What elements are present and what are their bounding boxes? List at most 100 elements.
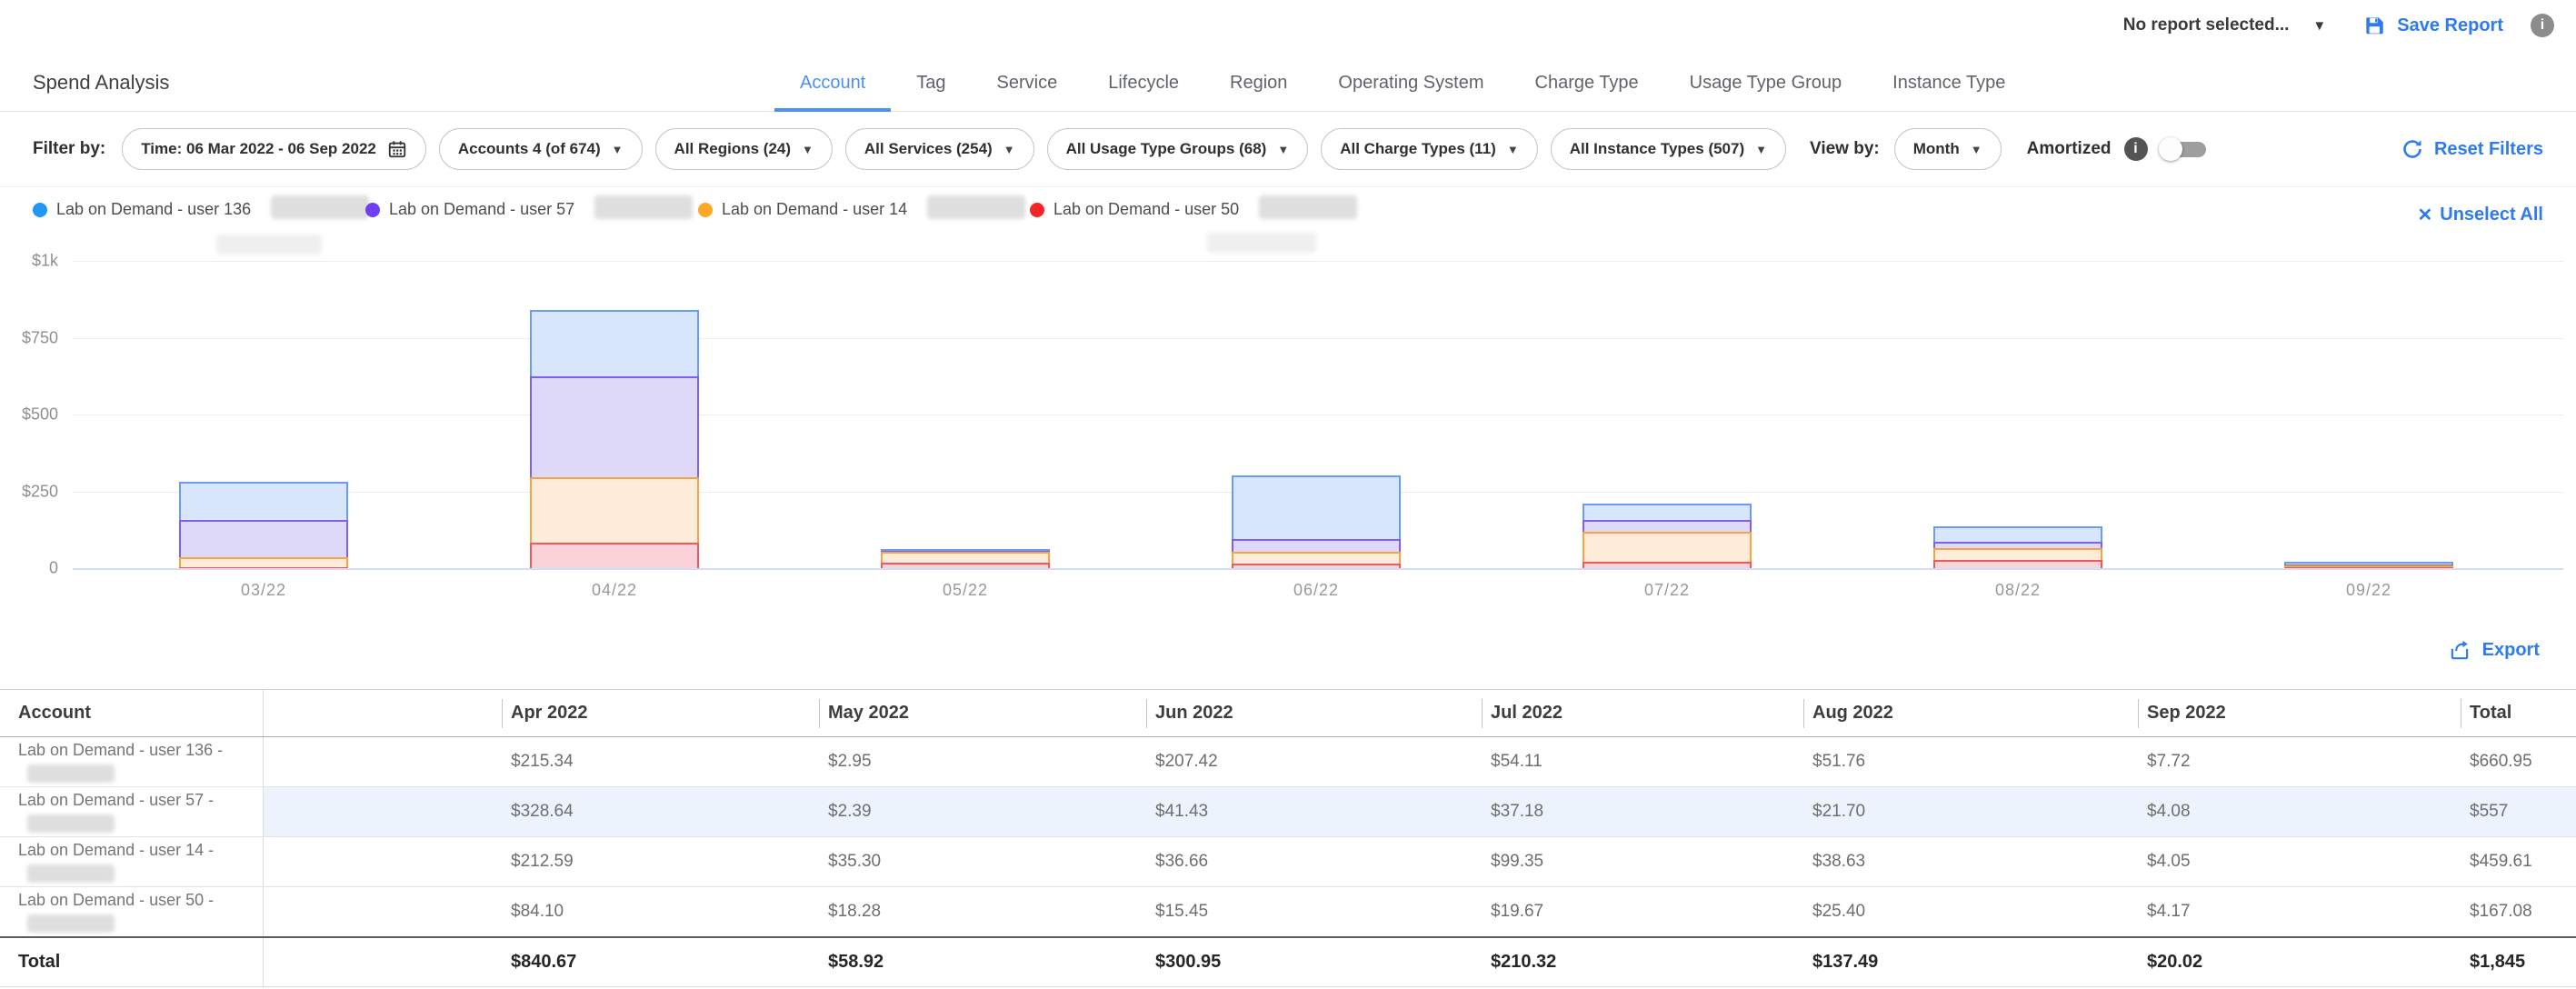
stacked-bar-06-22[interactable] — [1232, 474, 1401, 568]
bar-segment-lab-on-demand-user-14[interactable] — [1933, 548, 2102, 560]
bar-segment-lab-on-demand-user-14[interactable] — [530, 477, 699, 543]
bar-segment-lab-on-demand-user-14[interactable] — [1232, 552, 1401, 563]
spend-bar-chart: $1k$750$500$2500 03/2204/2205/2206/2207/… — [0, 261, 2576, 624]
bar-segment-lab-on-demand-user-50[interactable] — [1583, 562, 1752, 568]
bar-segment-lab-on-demand-user-14[interactable] — [179, 557, 348, 568]
redacted-text-blur — [1259, 195, 1357, 219]
x-axis-tick-label: 07/22 — [1594, 581, 1740, 600]
bar-segment-lab-on-demand-user-136[interactable] — [2284, 562, 2453, 564]
tab-instance-type[interactable]: Instance Type — [1867, 73, 2031, 112]
filter-pill-accounts-4-of-674[interactable]: Accounts 4 (of 674)▼ — [439, 128, 643, 170]
bar-segment-lab-on-demand-user-136[interactable] — [1232, 475, 1401, 539]
x-axis-tick-label: 03/22 — [191, 581, 336, 600]
stacked-bar-05-22[interactable] — [881, 548, 1050, 568]
value-cell: $25.40 — [1803, 887, 2138, 936]
reset-filters-button[interactable]: Reset Filters — [2401, 138, 2543, 160]
save-report-button[interactable]: Save Report — [2362, 14, 2503, 37]
bar-segment-lab-on-demand-user-14[interactable] — [1583, 532, 1752, 563]
value-cell: $557 — [2461, 787, 2576, 836]
filter-pill-all-usage-type-groups-68[interactable]: All Usage Type Groups (68)▼ — [1047, 128, 1309, 170]
report-selector-dropdown[interactable]: No report selected... ▼ — [2123, 15, 2327, 35]
account-cell: Lab on Demand - user 14 - — [0, 837, 264, 886]
legend-item-lab-on-demand-user-50[interactable]: Lab on Demand - user 50 — [1030, 200, 1357, 219]
value-cell: $212.59 — [502, 837, 819, 886]
filter-pill-all-instance-types-507[interactable]: All Instance Types (507) ▼ — [1551, 128, 1786, 170]
total-value-cell: $840.67 — [502, 938, 819, 986]
bar-segment-lab-on-demand-user-136[interactable] — [1583, 504, 1752, 520]
filter-pill-time[interactable]: Time: 06 Mar 2022 - 06 Sep 2022 — [122, 128, 426, 170]
tab-account[interactable]: Account — [774, 73, 891, 112]
toggle-knob — [2159, 137, 2182, 161]
column-divider — [1482, 699, 1483, 728]
bar-segment-lab-on-demand-user-57[interactable] — [1933, 542, 2102, 548]
column-divider — [819, 699, 820, 728]
legend-item-lab-on-demand-user-57[interactable]: Lab on Demand - user 57 — [365, 200, 693, 219]
caret-down-icon: ▼ — [1277, 144, 1289, 155]
bar-segment-lab-on-demand-user-136[interactable] — [881, 549, 1050, 551]
report-selector-value: No report selected... — [2123, 15, 2290, 35]
save-report-label: Save Report — [2397, 15, 2503, 36]
bar-segment-lab-on-demand-user-50[interactable] — [1933, 560, 2102, 568]
amortized-info-icon[interactable]: i — [2124, 137, 2148, 161]
total-value-cell: $1,845 — [2461, 938, 2576, 986]
redacted-text-blur — [271, 195, 369, 219]
stacked-bar-08-22[interactable] — [1933, 524, 2102, 568]
bar-segment-lab-on-demand-user-136[interactable] — [530, 310, 699, 376]
legend-item-lab-on-demand-user-136[interactable]: Lab on Demand - user 136 — [33, 200, 369, 219]
value-cell: $2.39 — [819, 787, 1146, 836]
legend-label: Lab on Demand - user 57 — [389, 200, 574, 219]
bar-segment-lab-on-demand-user-136[interactable] — [179, 482, 348, 519]
bar-segment-lab-on-demand-user-50[interactable] — [530, 543, 699, 568]
filter-pill-all-charge-types-11[interactable]: All Charge Types (11)▼ — [1321, 128, 1538, 170]
bar-segment-lab-on-demand-user-50[interactable] — [1232, 564, 1401, 568]
redacted-text-blur — [594, 195, 693, 219]
stacked-bar-07-22[interactable] — [1583, 501, 1752, 568]
tab-charge-type[interactable]: Charge Type — [1510, 73, 1664, 112]
stacked-bar-04-22[interactable] — [530, 307, 699, 568]
table-row: Lab on Demand - user 57 -$328.64$2.39$41… — [0, 787, 2576, 837]
redacted-text-blur — [927, 195, 1025, 219]
x-axis-tick-label: 06/22 — [1243, 581, 1389, 600]
chart-plot-area: $1k$750$500$2500 — [0, 261, 2576, 568]
unselect-all-button[interactable]: ✕ Unselect All — [2417, 204, 2543, 226]
stacked-bar-03-22[interactable] — [179, 480, 348, 568]
caret-down-icon: ▼ — [1755, 144, 1767, 155]
tab-service[interactable]: Service — [972, 73, 1083, 112]
filter-pill-all-regions-24[interactable]: All Regions (24)▼ — [655, 128, 833, 170]
account-name: Lab on Demand - user 57 - — [18, 791, 263, 811]
account-cell: Lab on Demand - user 136 - — [0, 737, 264, 786]
bar-segment-lab-on-demand-user-57[interactable] — [1583, 520, 1752, 532]
column-divider — [1803, 699, 1804, 728]
column-header-may-2022: May 2022 — [819, 690, 1146, 736]
tab-tag[interactable]: Tag — [891, 73, 971, 112]
row-spacer — [264, 887, 502, 936]
view-by-dropdown[interactable]: Month ▼ — [1894, 128, 2002, 170]
bar-segment-lab-on-demand-user-57[interactable] — [1232, 539, 1401, 552]
export-icon — [2448, 638, 2471, 662]
value-cell: $19.67 — [1482, 887, 1803, 936]
filter-pill-all-services-254[interactable]: All Services (254)▼ — [845, 128, 1034, 170]
amortized-toggle[interactable] — [2159, 137, 2206, 161]
tab-operating-system[interactable]: Operating System — [1313, 73, 1509, 112]
tab-usage-type-group[interactable]: Usage Type Group — [1664, 73, 1868, 112]
filter-pill-label: All Instance Types (507) — [1570, 140, 1744, 158]
close-icon: ✕ — [2417, 204, 2432, 226]
bar-segment-lab-on-demand-user-136[interactable] — [1933, 526, 2102, 542]
redacted-text-blur — [27, 814, 115, 833]
export-button[interactable]: Export — [2448, 638, 2540, 662]
stacked-bar-09-22[interactable] — [2284, 560, 2453, 568]
tab-region[interactable]: Region — [1204, 73, 1313, 112]
value-cell: $54.11 — [1482, 737, 1803, 786]
table-row: Lab on Demand - user 136 -$215.34$2.95$2… — [0, 737, 2576, 787]
legend-item-lab-on-demand-user-14[interactable]: Lab on Demand - user 14 — [698, 200, 1025, 219]
x-axis-line — [73, 568, 2563, 570]
info-icon[interactable]: i — [2531, 14, 2554, 37]
redacted-text-blur — [27, 764, 115, 783]
bar-segment-lab-on-demand-user-57[interactable] — [179, 520, 348, 557]
bar-segment-lab-on-demand-user-50[interactable] — [881, 563, 1050, 568]
tab-lifecycle[interactable]: Lifecycle — [1083, 73, 1204, 112]
bar-segment-lab-on-demand-user-14[interactable] — [881, 552, 1050, 563]
legend-dot — [698, 203, 713, 217]
bar-segment-lab-on-demand-user-57[interactable] — [530, 376, 699, 477]
caret-down-icon: ▼ — [1003, 144, 1015, 155]
